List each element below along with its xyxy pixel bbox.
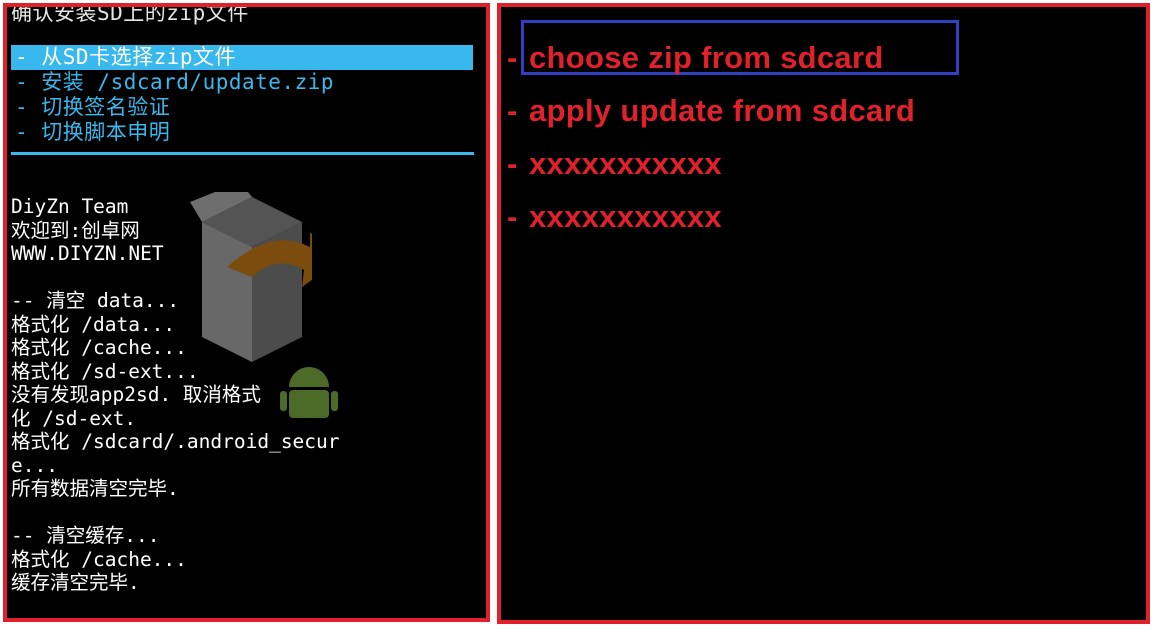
english-translation-panel: - choose zip from sdcard - apply update fr… [497, 3, 1150, 624]
translation-list: - choose zip from sdcard - apply update fr… [507, 31, 915, 243]
dash: - [507, 40, 518, 75]
log-line: 格式化 /data... [11, 312, 176, 336]
translation-label: xxxxxxxxxxx [529, 146, 722, 181]
dash: - [507, 93, 518, 128]
log-line: -- 清空 data... [11, 289, 180, 312]
clipped-title: 确认安装SD上的zip文件 [11, 3, 249, 25]
menu-divider [11, 152, 474, 155]
menu-item-apply-update[interactable]: - 安装 /sdcard/update.zip [11, 70, 473, 95]
log-line: WWW.DIYZN.NET [11, 242, 164, 265]
translation-item-placeholder: - xxxxxxxxxxx [507, 137, 915, 190]
menu-item-choose-zip[interactable]: - 从SD卡选择zip文件 [11, 45, 473, 70]
log-line: DiyZn Team [11, 195, 129, 218]
log-line: e... [11, 453, 58, 477]
translation-label: apply update from sdcard [529, 93, 916, 128]
log-line: 缓存清空完毕. [11, 571, 140, 594]
log-line: 格式化 /sdcard/.android_secur [11, 430, 340, 453]
log-line: 化 /sd-ext. [11, 406, 137, 430]
operation-log: DiyZn Team 欢迎到:创卓网 WWW.DIYZN.NET -- 清空 d… [11, 195, 340, 595]
log-line: 格式化 /cache... [11, 547, 187, 571]
translation-item-apply-update: - apply update from sdcard [507, 84, 915, 137]
log-line: 格式化 /sd-ext... [11, 359, 199, 383]
log-line: 欢迎到:创卓网 [11, 218, 140, 242]
log-line: 所有数据清空完毕. [11, 477, 179, 500]
translation-label: choose zip from sdcard [529, 40, 884, 75]
log-line: -- 清空缓存... [11, 524, 160, 547]
translation-label: xxxxxxxxxxx [529, 199, 722, 234]
menu-item-toggle-signature[interactable]: - 切换签名验证 [11, 95, 473, 120]
dash: - [507, 199, 518, 234]
recovery-menu: - 从SD卡选择zip文件 - 安装 /sdcard/update.zip - … [11, 45, 473, 145]
menu-item-toggle-script-assert[interactable]: - 切换脚本申明 [11, 120, 473, 145]
translation-item-choose-zip: - choose zip from sdcard [507, 31, 915, 84]
recovery-screen-chinese: 确认安装SD上的zip文件 - 从SD卡选择zip文件 - 安装 /sdcard… [3, 3, 490, 622]
log-line: 格式化 /cache... [11, 336, 187, 359]
log-line: 没有发现app2sd. 取消格式 [11, 383, 261, 406]
translation-item-placeholder: - xxxxxxxxxxx [507, 190, 915, 243]
dash: - [507, 146, 518, 181]
